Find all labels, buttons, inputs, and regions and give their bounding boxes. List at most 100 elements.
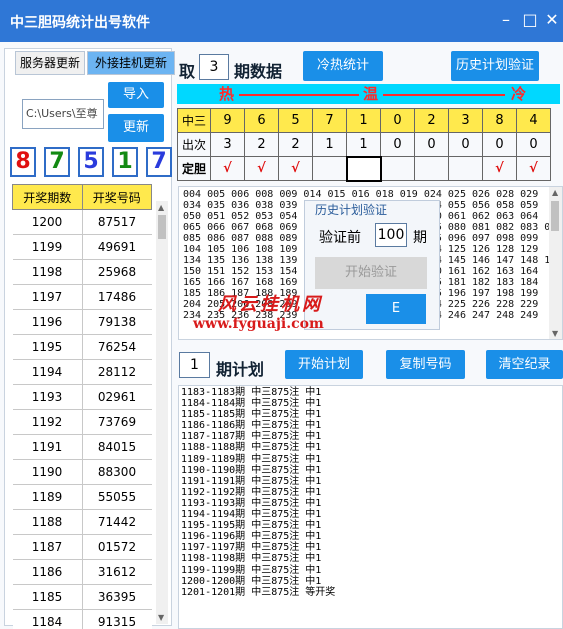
period-cell: 1184: [12, 609, 83, 629]
hot-label: 热: [219, 85, 235, 103]
path-input[interactable]: C:\Users\至尊: [22, 99, 104, 129]
table-row[interactable]: 1185 36395: [12, 584, 152, 610]
count-cell: 0: [448, 132, 483, 157]
history-plan-verify-button[interactable]: 历史计划验证: [451, 51, 539, 81]
digit-cell: 0: [380, 108, 415, 133]
table-row[interactable]: 1190 88300: [12, 459, 152, 485]
minimize-icon[interactable]: –: [496, 10, 516, 30]
period-cell: 1199: [12, 234, 83, 260]
table-row[interactable]: 1194 28112: [12, 359, 152, 385]
start-verify-button[interactable]: 开始验证: [315, 257, 427, 289]
table-row[interactable]: 1193 02961: [12, 384, 152, 410]
table-row[interactable]: 1195 76254: [12, 334, 152, 360]
maximize-icon[interactable]: □: [520, 10, 540, 30]
table-row[interactable]: 1196 79138: [12, 309, 152, 335]
header-period: 开奖期数: [12, 184, 83, 210]
plan-log-line: 1190-1190期 中三875注 中1: [181, 464, 322, 476]
hot-cold-stats-button[interactable]: 冷热统计: [303, 51, 383, 81]
fixed-mark-cell[interactable]: [448, 156, 483, 181]
plan-log-line: 1186-1186期 中三875注 中1: [181, 420, 322, 432]
number-cell: 84015: [82, 434, 152, 460]
number-cell: 17486: [82, 284, 152, 310]
start-plan-button[interactable]: 开始计划: [285, 350, 363, 379]
table-row[interactable]: 1186 31612: [12, 559, 152, 585]
plan-log-line: 1201-1201期 中三875注 等开奖: [181, 586, 336, 598]
fixed-mark-cell[interactable]: [380, 156, 415, 181]
latest-digit: 8: [10, 147, 36, 177]
count-cell: 3: [210, 132, 245, 157]
digit-cell: 8: [482, 108, 517, 133]
table-row[interactable]: 1198 25968: [12, 259, 152, 285]
close-icon[interactable]: ✕: [542, 10, 562, 30]
tab-external-update[interactable]: 外接挂机更新: [87, 51, 175, 75]
warm-label: 温: [363, 85, 379, 103]
watermark-url: www.fyguaji.com: [193, 316, 324, 332]
number-cell: 87517: [82, 209, 152, 235]
plan-log-line: 1188-1188期 中三875注 中1: [181, 442, 322, 454]
row-label-zhongsan: 中三: [177, 108, 211, 133]
table-row[interactable]: 1192 73769: [12, 409, 152, 435]
latest-digit: 7: [44, 147, 70, 177]
cold-label: 冷: [511, 85, 527, 103]
overlay-blue-button[interactable]: E: [366, 294, 426, 324]
period-cell: 1196: [12, 309, 83, 335]
digit-cell: 5: [278, 108, 313, 133]
number-cell: 79138: [82, 309, 152, 335]
fixed-mark-cell[interactable]: √: [516, 156, 551, 181]
digit-cell: 7: [312, 108, 347, 133]
digit-cell: 3: [448, 108, 483, 133]
table-row[interactable]: 1189 55055: [12, 484, 152, 510]
digit-cell: 1: [346, 108, 381, 133]
table-row[interactable]: 1184 91315: [12, 609, 152, 629]
take-label: 取: [179, 62, 196, 81]
table-row[interactable]: 1197 17486: [12, 284, 152, 310]
count-cell: 0: [482, 132, 517, 157]
fixed-mark-cell[interactable]: [414, 156, 449, 181]
plan-log-line: 1196-1196期 中三875注 中1: [181, 531, 322, 543]
table-row[interactable]: 1188 71442: [12, 509, 152, 535]
import-button[interactable]: 导入: [108, 82, 164, 108]
number-cell: 71442: [82, 509, 152, 535]
plan-log-line: 1189-1189期 中三875注 中1: [181, 453, 322, 465]
verify-suffix-label: 期: [413, 230, 427, 246]
fixed-mark-cell[interactable]: [345, 155, 382, 182]
fixed-mark-cell[interactable]: [312, 156, 347, 181]
digit-cell: 2: [414, 108, 449, 133]
fixed-mark-cell[interactable]: √: [278, 156, 313, 181]
number-cell: 36395: [82, 584, 152, 610]
plan-log-line: 1183-1183期 中三875注 中1: [181, 387, 322, 398]
fixed-mark-cell[interactable]: √: [210, 156, 245, 181]
table-row[interactable]: 1191 84015: [12, 434, 152, 460]
period-cell: 1192: [12, 409, 83, 435]
plan-log-box[interactable]: 1183-1183期 中三875注 中1 1184-1184期 中三875注 中1…: [178, 385, 563, 629]
clear-records-button[interactable]: 清空纪录: [486, 350, 563, 379]
plan-count-input[interactable]: 1: [179, 352, 210, 378]
period-count-input[interactable]: 3: [199, 54, 229, 80]
fixed-mark-cell[interactable]: √: [244, 156, 279, 181]
plan-log-line: 1192-1192期 中三875注 中1: [181, 486, 322, 498]
count-cell: 0: [380, 132, 415, 157]
latest-digit: 7: [146, 147, 172, 177]
period-cell: 1200: [12, 209, 83, 235]
table-row[interactable]: 1200 87517: [12, 209, 152, 235]
table-row[interactable]: 1199 49691: [12, 234, 152, 260]
period-data-label: 期数据: [234, 62, 283, 81]
tab-server-update[interactable]: 服务器更新: [15, 51, 85, 75]
period-cell: 1193: [12, 384, 83, 410]
update-button[interactable]: 更新: [108, 114, 164, 142]
period-cell: 1190: [12, 459, 83, 485]
verify-count-input[interactable]: 100: [375, 223, 407, 247]
copy-numbers-button[interactable]: 复制号码: [386, 350, 465, 379]
table-row[interactable]: 1187 01572: [12, 534, 152, 560]
count-cell: 1: [312, 132, 347, 157]
watermark-logo-text: 风云挂机网: [218, 294, 323, 315]
period-cell: 1187: [12, 534, 83, 560]
history-scrollbar[interactable]: ▲ ▼: [156, 201, 168, 624]
row-label-count: 出次: [177, 132, 211, 157]
plan-log-line: 1191-1191期 中三875注 中1: [181, 475, 322, 487]
temperature-bar: 热 温 冷: [177, 84, 560, 104]
numbers-scrollbar[interactable]: ▲ ▼: [549, 187, 562, 339]
number-cell: 49691: [82, 234, 152, 260]
number-cell: 28112: [82, 359, 152, 385]
fixed-mark-cell[interactable]: √: [482, 156, 517, 181]
